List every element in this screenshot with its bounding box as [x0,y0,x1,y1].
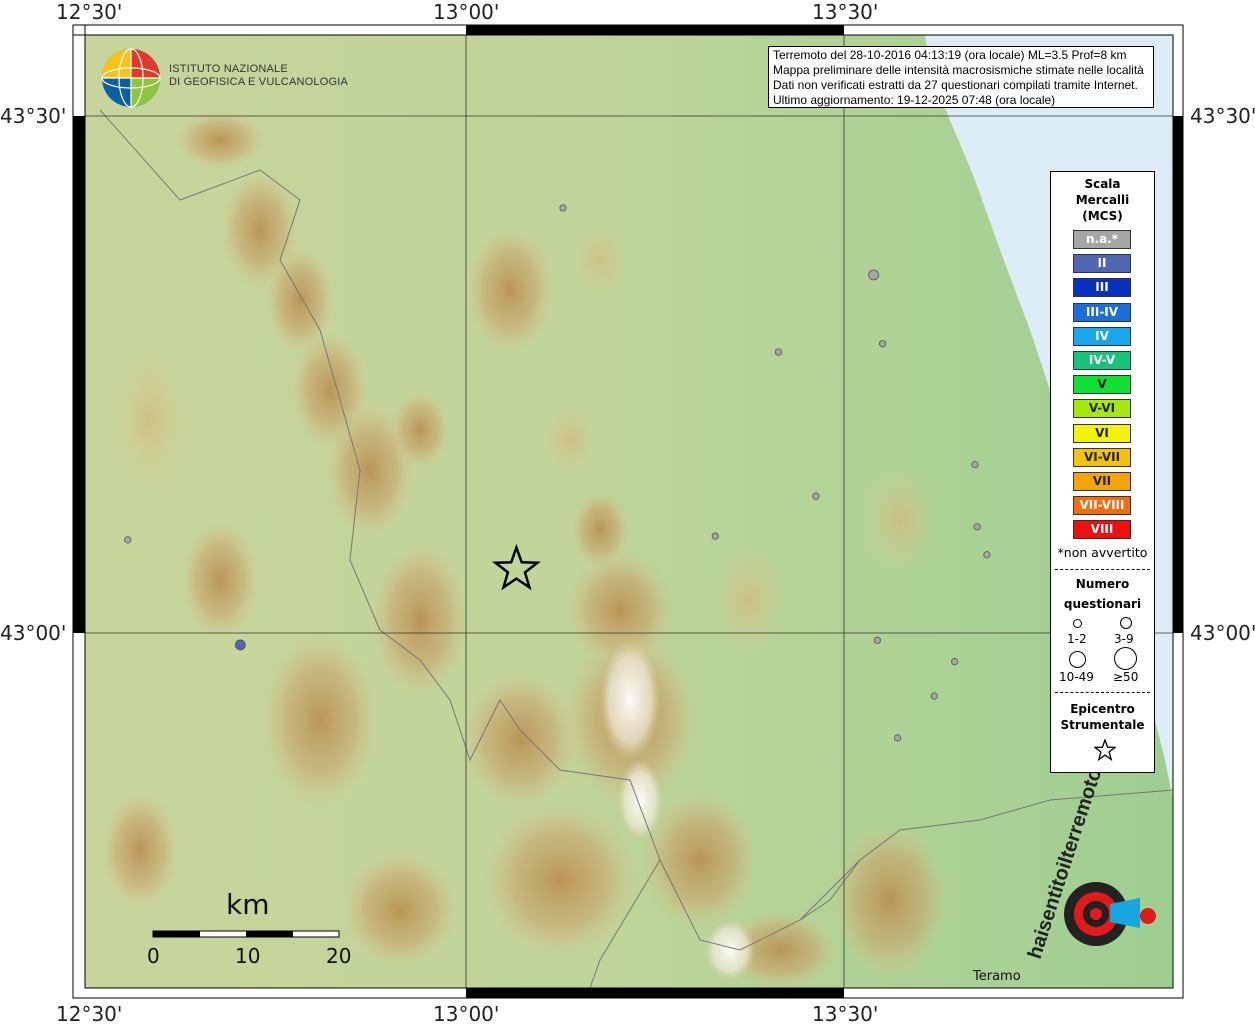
intensity-swatch: III [1073,278,1131,298]
observation-point [973,523,981,531]
intensity-swatch: VI-VII [1073,447,1131,467]
ingv-globe-icon [101,48,161,108]
scale-bar [152,930,340,938]
observation-point [774,348,782,356]
legend-title: Scala Mercalli (MCS) [1051,176,1154,224]
observation-point [951,658,959,666]
event-info-line: Ultimo aggiornamento: 19-12-2025 07:48 (… [773,93,1056,107]
observation-point [930,692,938,700]
count-label-10-49: 10-49 [1059,670,1094,684]
observation-point [971,460,979,469]
intensity-swatch: III-IV [1073,302,1131,322]
star-icon [1094,739,1116,761]
epicenter-title-line: Epicentro [1070,702,1135,716]
intensity-swatch: VI [1073,423,1131,443]
lon-label-top-2: 13°00' [433,0,500,24]
lat-label-right-1: 43°30' [1190,104,1255,128]
count-circle-50 [1114,647,1137,670]
count-title: Numero questionari [1051,574,1154,614]
count-title-line: Numero [1075,577,1130,591]
intensity-swatch: V-VI [1073,399,1131,419]
scale-unit: km [226,888,270,921]
observation-point [983,551,991,559]
lon-label-bottom-1: 12°30' [56,1002,123,1026]
city-label-teramo: Teramo [973,969,1021,984]
ingv-logo-text: ISTITUTO NAZIONALE DI GEOFISICA E VULCAN… [169,63,348,89]
legend-panel: Scala Mercalli (MCS) n.a.* II III III-IV IV I… [1050,171,1155,773]
count-circle-1-2 [1073,619,1082,628]
observation-point [812,492,820,500]
count-label-50: ≥50 [1113,670,1139,684]
event-info-line: Dati non verificati estratti da 27 quest… [773,78,1138,92]
legend-title-line: Scala [1084,177,1121,191]
intensity-swatch: IV [1073,326,1131,346]
event-info-line: Mappa preliminare delle intensità macros… [773,63,1144,77]
observation-point [559,204,567,212]
event-info-box: Terremoto del 28-10-2016 04:13:19 (ora l… [768,46,1154,108]
legend-divider [1055,692,1150,693]
lon-label-top-3: 13°30' [812,0,879,24]
count-title-line: questionari [1063,597,1142,611]
count-label-3-9: 3-9 [1114,632,1134,646]
lon-label-bottom-2: 13°00' [433,1002,500,1026]
epicenter-title-line: Strumentale [1060,718,1145,732]
lon-label-bottom-3: 13°30' [812,1002,879,1026]
legend-footnote: *non avvertito [1057,545,1148,560]
observation-point [873,636,881,644]
observation-point [711,532,719,540]
intensity-swatch: VII-VIII [1073,496,1131,516]
observation-point [879,340,887,348]
observation-point [894,734,902,742]
ingv-logo-line1: ISTITUTO NAZIONALE [169,63,288,75]
scale-label-10: 10 [235,944,261,968]
scale-label-0: 0 [147,944,160,968]
lat-label-left-2: 43°00' [0,621,67,645]
count-circle-10-49 [1069,651,1086,668]
intensity-swatch: II [1073,254,1131,274]
intensity-swatch: VIII [1073,520,1131,540]
lon-label-top-1: 12°30' [56,0,123,24]
intensity-swatch: IV-V [1073,351,1131,370]
event-info-line: Terremoto del 28-10-2016 04:13:19 (ora l… [773,48,1127,62]
observation-point [124,536,132,544]
intensity-swatch: VII [1073,472,1131,491]
legend-title-line: Mercalli [1075,193,1130,207]
legend-divider [1055,569,1150,570]
intensity-swatch: V [1073,375,1131,395]
scale-label-20: 20 [326,944,352,968]
intensity-swatch: n.a.* [1073,230,1131,249]
count-label-1-2: 1-2 [1067,632,1087,646]
legend-title-line: (MCS) [1082,209,1123,223]
observation-point [234,639,246,651]
lat-label-right-2: 43°00' [1190,621,1255,645]
lat-label-left-1: 43°30' [0,104,67,128]
epicenter-title: Epicentro Strumentale [1051,701,1154,733]
observation-point [868,269,880,281]
count-circle-3-9 [1120,617,1132,629]
ingv-logo-line2: DI GEOFISICA E VULCANOLOGIA [169,76,348,88]
